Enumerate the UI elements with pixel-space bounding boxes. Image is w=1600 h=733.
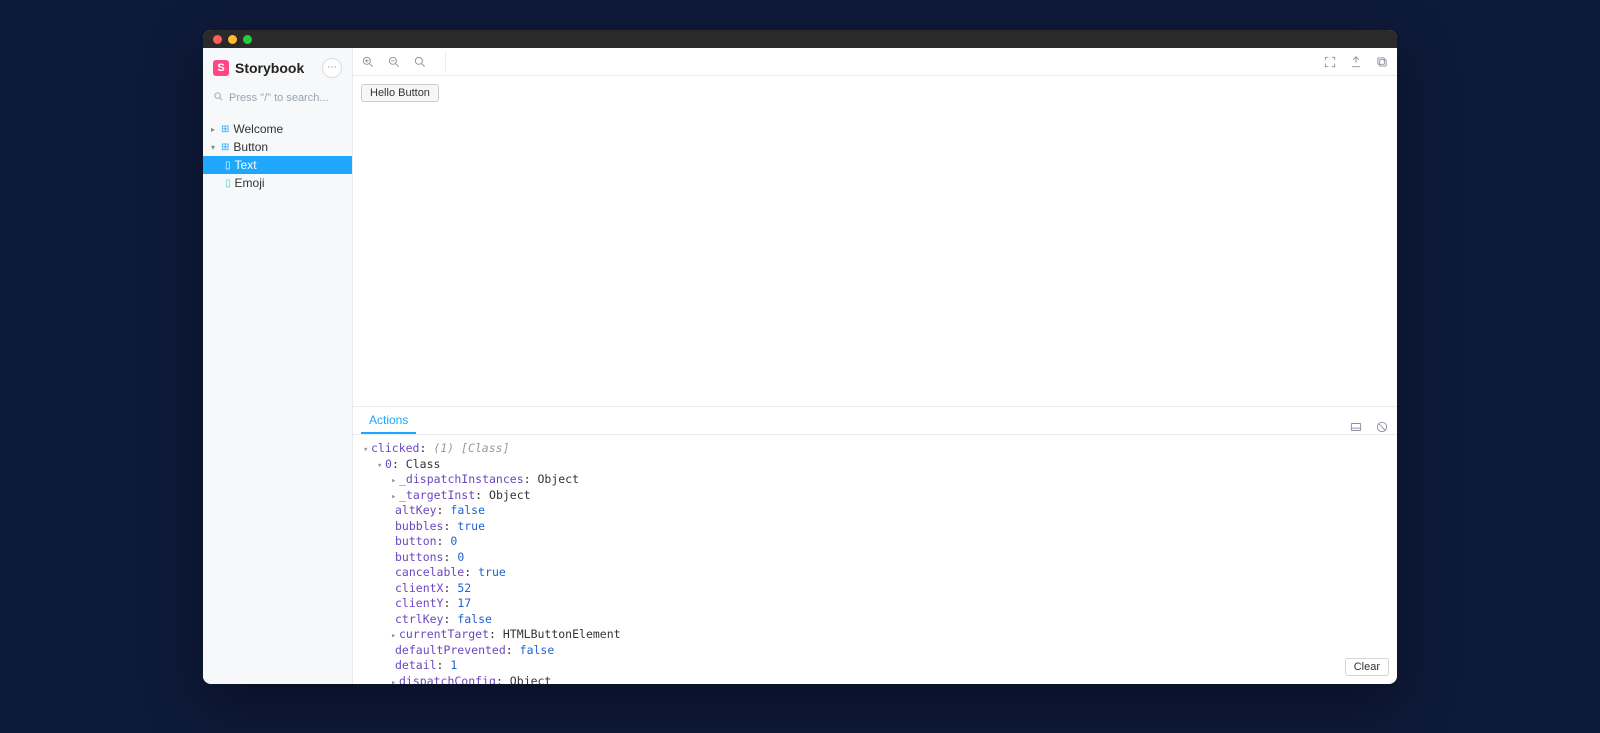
preview-canvas: Hello Button [353, 76, 1397, 406]
toolbar-right [1323, 55, 1389, 69]
sidebar: S Storybook ⋯ ▸ ⊞ Welcome ▾ [203, 48, 353, 684]
nav-label: Emoji [235, 176, 265, 190]
nav-label: Welcome [233, 122, 283, 136]
search-input[interactable] [211, 88, 344, 108]
nav-group-button[interactable]: ▾ ⊞ Button [203, 138, 352, 156]
bookmark-icon: ▯ [225, 178, 231, 189]
chevron-down-icon: ▾ [211, 143, 217, 152]
nav-story-text[interactable]: ▯ Text [203, 156, 352, 174]
brand: S Storybook [213, 60, 304, 76]
sidebar-search[interactable] [211, 88, 344, 108]
copy-icon[interactable] [1375, 55, 1389, 69]
toolbar-left [361, 52, 448, 72]
sidebar-header: S Storybook ⋯ [203, 48, 352, 84]
addons-panel: Actions ▾clicked: (1) [Class] ▾0: Class [353, 406, 1397, 684]
window-close-icon[interactable] [213, 35, 222, 44]
actions-log: ▾clicked: (1) [Class] ▾0: Class ▸_dispat… [353, 435, 1397, 684]
nav-label: Text [235, 158, 257, 172]
story-button[interactable]: Hello Button [361, 84, 439, 102]
component-icon: ⊞ [221, 124, 229, 135]
zoom-in-icon[interactable] [361, 55, 375, 69]
clear-button[interactable]: Clear [1345, 658, 1389, 676]
zoom-reset-icon[interactable] [413, 55, 427, 69]
open-external-icon[interactable] [1349, 55, 1363, 69]
app-body: S Storybook ⋯ ▸ ⊞ Welcome ▾ [203, 48, 1397, 684]
nav-tree: ▸ ⊞ Welcome ▾ ⊞ Button ▯ Text ▯ Emoji [203, 116, 352, 192]
fullscreen-icon[interactable] [1323, 55, 1337, 69]
tab-actions[interactable]: Actions [361, 407, 416, 434]
preview-toolbar [353, 48, 1397, 76]
app-window: S Storybook ⋯ ▸ ⊞ Welcome ▾ [203, 30, 1397, 684]
bookmark-icon: ▯ [225, 160, 231, 171]
nav-story-emoji[interactable]: ▯ Emoji [203, 174, 352, 192]
addons-tabs: Actions [353, 407, 1397, 435]
toolbar-separator [445, 52, 446, 72]
zoom-out-icon[interactable] [387, 55, 401, 69]
panel-orientation-icon[interactable] [1349, 420, 1363, 434]
window-maximize-icon[interactable] [243, 35, 252, 44]
search-icon [213, 91, 224, 105]
chevron-right-icon: ▸ [211, 125, 217, 134]
brand-name: Storybook [235, 60, 304, 76]
window-minimize-icon[interactable] [228, 35, 237, 44]
main-panel: Hello Button Actions [353, 48, 1397, 684]
nav-label: Button [233, 140, 268, 154]
panel-hide-icon[interactable] [1375, 420, 1389, 434]
window-titlebar [203, 30, 1397, 48]
component-icon: ⊞ [221, 142, 229, 153]
brand-logo-icon: S [213, 60, 229, 76]
nav-group-welcome[interactable]: ▸ ⊞ Welcome [203, 120, 352, 138]
sidebar-menu-button[interactable]: ⋯ [322, 58, 342, 78]
